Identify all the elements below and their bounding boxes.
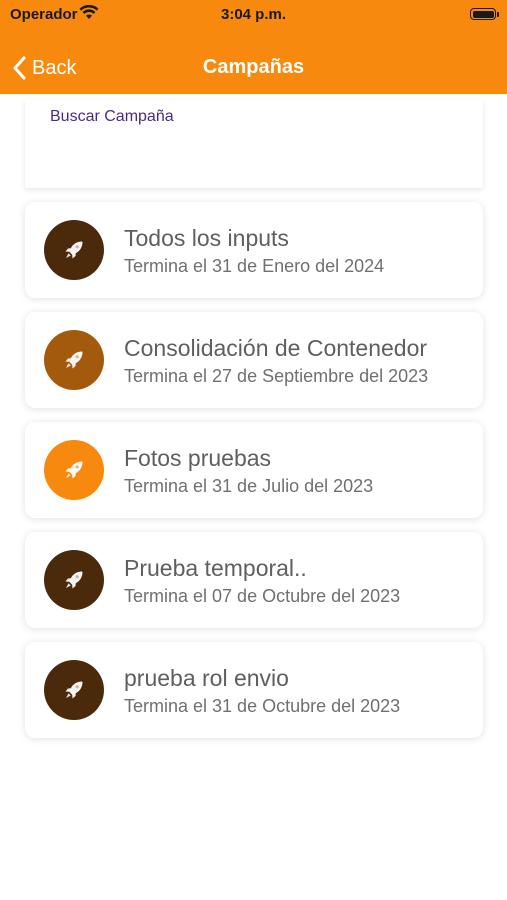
rocket-icon: [62, 568, 86, 592]
campaign-avatar: [44, 220, 104, 280]
navigation-bar: Operador 3:04 p.m. Back Campañas: [0, 0, 507, 94]
campaign-item[interactable]: prueba rol envio Termina el 31 de Octubre…: [25, 642, 483, 738]
campaign-avatar: [44, 660, 104, 720]
campaign-title: prueba rol envio: [124, 665, 289, 691]
status-bar: Operador 3:04 p.m.: [0, 0, 507, 28]
battery-icon: [470, 8, 496, 20]
campaign-item[interactable]: Consolidación de Contenedor Termina el 27…: [25, 312, 483, 408]
campaign-title: Todos los inputs: [124, 225, 289, 251]
campaign-avatar: [44, 440, 104, 500]
campaign-end-date: Termina el 31 de Octubre del 2023: [124, 696, 401, 716]
campaign-end-date: Termina el 31 de Julio del 2023: [124, 476, 374, 496]
campaign-item[interactable]: Fotos pruebas Termina el 31 de Julio del …: [25, 422, 483, 518]
campaign-item[interactable]: Prueba temporal.. Termina el 07 de Octubr…: [25, 532, 483, 628]
campaign-end-date: Termina el 31 de Enero del 2024: [124, 256, 385, 276]
battery-tip: [497, 12, 499, 17]
campaign-item[interactable]: Todos los inputs Termina el 31 de Enero d…: [25, 202, 483, 298]
campaign-title: Prueba temporal..: [124, 555, 307, 581]
campaign-title: Fotos pruebas: [124, 445, 272, 471]
campaign-avatar: [44, 550, 104, 610]
page-title: Campañas: [202, 56, 305, 78]
clock-label: 3:04 p.m.: [220, 6, 287, 23]
campaign-end-date: Termina el 07 de Octubre del 2023: [124, 586, 401, 606]
campaign-end-date: Termina el 27 de Septiembre del 2023: [124, 366, 429, 386]
campaign-title: Consolidación de Contenedor: [124, 335, 428, 361]
rocket-icon: [62, 348, 86, 372]
campaign-avatar: [44, 330, 104, 390]
search-card: [25, 100, 483, 188]
search-input[interactable]: [50, 108, 470, 126]
rocket-icon: [62, 458, 86, 482]
campaign-list: Todos los inputs Termina el 31 de Enero d…: [25, 202, 483, 752]
rocket-icon: [62, 238, 86, 262]
rocket-icon: [62, 678, 86, 702]
